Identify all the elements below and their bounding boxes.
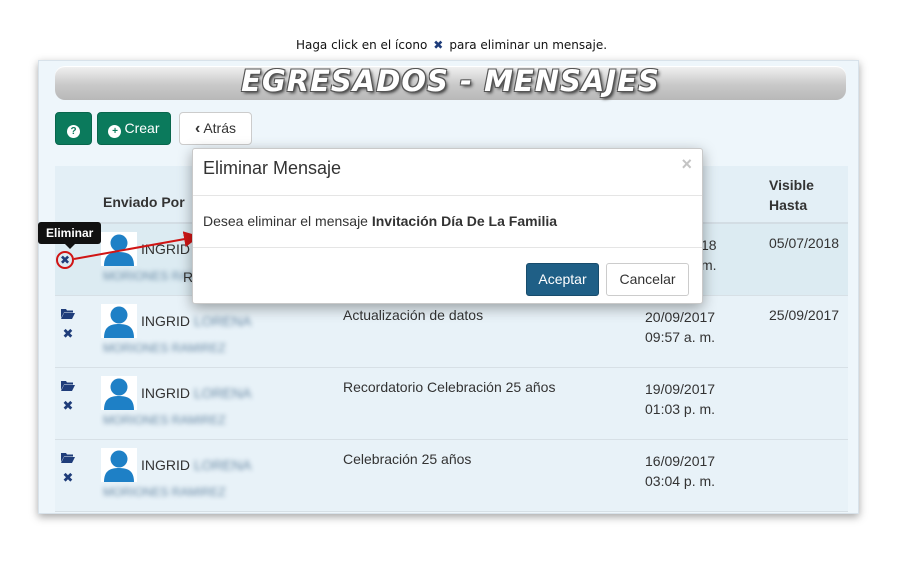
back-button[interactable]: ‹ Atrás	[179, 112, 252, 145]
message-subject[interactable]: Celebración 25 años	[343, 451, 471, 467]
folder-open-icon[interactable]	[61, 380, 75, 391]
sender-first-name: INGRID	[141, 457, 190, 473]
create-button[interactable]: + Crear	[97, 112, 171, 145]
close-icon[interactable]: ✖	[56, 251, 74, 269]
sent-date-value: 16/09/2017	[645, 453, 716, 469]
close-icon[interactable]: ✖	[61, 399, 75, 412]
chevron-left-icon: ‹	[194, 120, 201, 137]
plus-circle-icon: +	[108, 125, 122, 138]
column-header-visible: Visible Hasta	[769, 177, 814, 213]
sender-middle-name: LORENA	[193, 457, 252, 473]
sent-time-value: m.	[701, 257, 717, 273]
row-actions: ✖	[61, 452, 77, 484]
message-subject[interactable]: Recordatorio Celebración 25 años	[343, 379, 555, 395]
visible-until: 25/09/2017	[769, 307, 840, 323]
sender-last-name: MORIONES RAMIREZ	[103, 341, 226, 355]
sent-date: 16/09/2017 03:04 p. m.	[645, 451, 715, 491]
column-header-sender: Enviado Por	[103, 194, 185, 210]
modal-body: Desea eliminar el mensaje Invitación Día…	[203, 213, 557, 229]
message-subject[interactable]: Actualización de datos	[343, 307, 483, 323]
sender-middle-name: LORENA	[193, 385, 252, 401]
user-icon	[101, 232, 137, 266]
visible-until: 05/07/2018	[769, 235, 840, 251]
table-row: ✖ INGRID LORENA MORIONES RAMIREZ Celebra…	[55, 440, 848, 512]
delete-message-modal: Eliminar Mensaje × Desea eliminar el men…	[192, 148, 703, 304]
sender-first-name: INGRID	[141, 313, 190, 329]
sent-date: 19/09/2017 01:03 p. m.	[645, 379, 715, 419]
sent-time-value: 01:03 p. m.	[645, 401, 716, 417]
create-label: Crear	[124, 120, 160, 136]
user-icon	[101, 304, 137, 338]
modal-body-text: Desea eliminar el mensaje	[203, 213, 368, 229]
instruction-text: Haga click en el ícono ✖ para eliminar un …	[0, 38, 903, 52]
cancel-button[interactable]: Cancelar	[606, 263, 689, 296]
modal-message-subject: Invitación Día De La Familia	[371, 213, 558, 229]
delete-hint-icon: ✖	[433, 38, 444, 52]
sender-name: INGRID LORENA	[141, 385, 251, 401]
instruction-after: para eliminar un mensaje.	[449, 38, 608, 52]
page-title: EGRESADOS - MENSAJES	[241, 64, 660, 98]
user-icon	[101, 448, 137, 482]
close-icon[interactable]: ✖	[61, 471, 75, 484]
sender-name: INGRID LORENA	[141, 313, 251, 329]
sent-date-value: 18	[701, 237, 717, 253]
question-circle-icon: ?	[67, 125, 80, 138]
table-row: ✖ INGRID LORENA MORIONES RAMIREZ Recorda…	[55, 368, 848, 440]
folder-open-icon[interactable]	[61, 308, 75, 319]
sender-last-name-blurred: MORIONES RAMIREZ	[103, 341, 226, 355]
row-actions: ✖	[61, 380, 77, 412]
row-actions: ✖	[61, 308, 77, 340]
modal-footer: Aceptar Cancelar	[193, 247, 702, 304]
sender-first-name: INGRID	[141, 385, 190, 401]
modal-header: Eliminar Mensaje ×	[193, 149, 702, 196]
sender-name: INGRID LORENA	[141, 457, 251, 473]
sent-date: 18 m.	[701, 235, 717, 275]
delete-tooltip: Eliminar	[38, 222, 102, 249]
sender-last-name: MORIONES RAMIREZ	[103, 413, 226, 427]
instruction-before: Haga click en el ícono	[295, 38, 428, 52]
sent-date-value: 19/09/2017	[645, 381, 716, 397]
sent-date: 20/09/2017 09:57 a. m.	[645, 307, 715, 347]
sender-last-name-blurred: MORIONES RAMIREZ	[103, 413, 226, 427]
folder-open-icon[interactable]	[61, 452, 75, 463]
back-label: Atrás	[203, 120, 236, 136]
table-row: ✖ INGRID LORENA MORIONES RAMIREZ Actuali…	[55, 296, 848, 368]
sent-date-value: 20/09/2017	[645, 309, 716, 325]
sender-middle-name: LORENA	[193, 313, 252, 329]
sent-time-value: 03:04 p. m.	[645, 473, 716, 489]
page-banner: EGRESADOS - MENSAJES	[55, 64, 846, 100]
close-icon[interactable]: ✖	[61, 327, 75, 340]
user-icon	[101, 376, 137, 410]
sender-first-name: INGRID	[141, 241, 190, 257]
sent-time-value: 09:57 a. m.	[645, 329, 716, 345]
accept-button[interactable]: Aceptar	[526, 263, 599, 296]
sender-last-name-blurred: MORIONES RAMIREZ	[103, 485, 226, 499]
modal-title: Eliminar Mensaje	[203, 158, 342, 178]
sender-last-name: MORIONES RAMIREZ	[103, 485, 226, 499]
close-icon[interactable]: ×	[681, 154, 692, 175]
help-button[interactable]: ?	[55, 112, 92, 145]
